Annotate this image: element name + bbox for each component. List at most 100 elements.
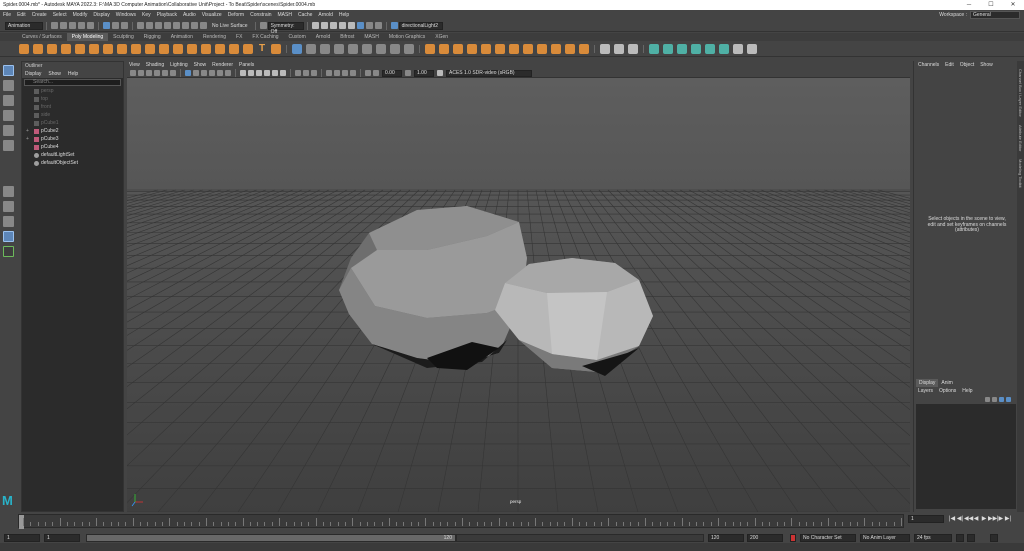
layer-menu-options[interactable]: Options (939, 387, 956, 395)
menu-help[interactable]: Help (339, 12, 349, 18)
gear-icon[interactable] (187, 43, 197, 54)
extrude-icon[interactable] (425, 43, 435, 54)
step-forward-key-icon[interactable]: |▶ (996, 515, 1004, 523)
unfold-icon[interactable] (733, 43, 743, 54)
make-live-icon[interactable] (200, 22, 207, 29)
side-tab[interactable]: Modeling Toolkit (1018, 159, 1023, 188)
outliner-item[interactable]: side (22, 111, 123, 119)
shelf-tab-bifrost[interactable]: Bifrost (335, 33, 359, 41)
menu-mash[interactable]: MASH (278, 12, 292, 18)
render-frame-icon[interactable] (320, 22, 328, 29)
go-to-end-icon[interactable]: ▶| (1004, 515, 1012, 523)
depth-of-field-icon[interactable] (350, 70, 356, 76)
color-management-icon[interactable] (437, 70, 443, 76)
render-view-icon[interactable] (311, 22, 319, 29)
viewport-menu-show[interactable]: Show (194, 62, 207, 68)
anti-aliasing-icon[interactable] (342, 70, 348, 76)
layer-menu-help[interactable]: Help (962, 387, 972, 395)
rotate-tool-icon[interactable] (3, 125, 14, 136)
character-set-dropdown[interactable]: No Character Set (800, 534, 856, 542)
layout-icon[interactable] (747, 43, 757, 54)
remesh-icon[interactable] (376, 43, 386, 54)
torus-icon[interactable] (75, 43, 85, 54)
helix-icon[interactable] (173, 43, 183, 54)
outliner-item[interactable]: defaultObjectSet (22, 159, 123, 167)
cone-icon[interactable] (61, 43, 71, 54)
menu-file[interactable]: File (3, 12, 11, 18)
menu-arnold[interactable]: Arnold (318, 12, 332, 18)
layer-tab-anim[interactable]: Anim (938, 379, 955, 387)
connect-icon[interactable] (628, 43, 638, 54)
viewport-menu-view[interactable]: View (129, 62, 140, 68)
channel-box-menu-channels[interactable]: Channels (918, 61, 939, 70)
outliner-item[interactable]: pCube1 (22, 119, 123, 127)
pause-icon[interactable] (365, 22, 373, 29)
smooth-icon[interactable] (334, 43, 344, 54)
step-back-frame-icon[interactable]: ◀◀ (964, 515, 973, 523)
outliner-menu-show[interactable]: Show (48, 70, 61, 78)
shelf-tab-fx-caching[interactable]: FX Caching (247, 33, 283, 41)
ipr-render-icon[interactable] (329, 22, 337, 29)
menu-constrain[interactable]: Constrain (250, 12, 271, 18)
viewport-menu-panels[interactable]: Panels (239, 62, 254, 68)
gamma-field[interactable]: 1.00 (414, 69, 434, 77)
move-layer-down-icon[interactable] (992, 397, 997, 402)
light-editor-icon[interactable] (374, 22, 382, 29)
snap-curve-icon[interactable] (146, 22, 153, 29)
mirror-icon[interactable] (362, 43, 372, 54)
outliner-item[interactable]: persp (22, 87, 123, 95)
gamma-icon[interactable] (405, 70, 411, 76)
menu-cache[interactable]: Cache (298, 12, 312, 18)
pipe-icon[interactable] (159, 43, 169, 54)
shelf-tab-motion-graphics[interactable]: Motion Graphics (384, 33, 430, 41)
new-layer-icon[interactable] (999, 397, 1004, 402)
anim-start-field[interactable]: 1 (4, 534, 40, 542)
snap-vertex-icon[interactable] (182, 22, 189, 29)
grid-icon[interactable] (185, 70, 191, 76)
side-tab[interactable]: Attribute Editor (1018, 125, 1023, 151)
expand-icon[interactable]: + (26, 135, 31, 143)
use-all-lights-icon[interactable] (272, 70, 278, 76)
layer-menu-layers[interactable]: Layers (918, 387, 933, 395)
go-to-start-icon[interactable]: |◀ (948, 515, 956, 523)
outliner-item[interactable]: pCube4 (22, 143, 123, 151)
snap-view-icon[interactable] (164, 22, 171, 29)
quad-draw-icon[interactable] (404, 43, 414, 54)
type-icon[interactable] (292, 43, 302, 54)
symmetry-icon[interactable] (259, 22, 267, 29)
target-weld-icon[interactable] (614, 43, 624, 54)
disc-icon[interactable] (103, 43, 113, 54)
menu-windows[interactable]: Windows (116, 12, 136, 18)
svg-icon[interactable] (271, 43, 281, 54)
shelf-tab-animation[interactable]: Animation (166, 33, 198, 41)
bookmark-icon[interactable] (146, 70, 152, 76)
viewport-menu-shading[interactable]: Shading (146, 62, 164, 68)
circularize-icon[interactable] (551, 43, 561, 54)
xray-components-icon[interactable] (311, 70, 317, 76)
viewport-menu-renderer[interactable]: Renderer (212, 62, 233, 68)
smooth-shade-icon[interactable] (248, 70, 254, 76)
isolate-select-icon[interactable] (365, 70, 371, 76)
select-component-icon[interactable] (121, 22, 128, 29)
exposure-icon[interactable] (373, 70, 379, 76)
menu-edit[interactable]: Edit (17, 12, 26, 18)
auto-key-icon[interactable] (790, 534, 796, 542)
channel-box-menu-show[interactable]: Show (980, 61, 993, 70)
menuset-dropdown[interactable]: Animation (5, 21, 43, 30)
select-object-icon[interactable] (112, 22, 119, 29)
play-backwards-icon[interactable]: ◀ (972, 515, 980, 523)
menu-select[interactable]: Select (53, 12, 67, 18)
camera-dropdown[interactable]: directionalLight2 (398, 21, 443, 30)
grease-pencil-icon[interactable] (170, 70, 176, 76)
save-scene-icon[interactable] (69, 22, 76, 29)
anim-layer-dropdown[interactable]: No Anim Layer (860, 534, 910, 542)
expand-icon[interactable]: + (26, 127, 31, 135)
render-settings-icon[interactable] (338, 22, 346, 29)
2d-pan-zoom-icon[interactable] (162, 70, 168, 76)
menu-visualize[interactable]: Visualize (202, 12, 222, 18)
channel-box-menu-object[interactable]: Object (960, 61, 974, 70)
snap-grid-icon[interactable] (137, 22, 144, 29)
menu-key[interactable]: Key (142, 12, 151, 18)
field-chart-icon[interactable] (217, 70, 223, 76)
screen-space-ao-icon[interactable] (326, 70, 332, 76)
